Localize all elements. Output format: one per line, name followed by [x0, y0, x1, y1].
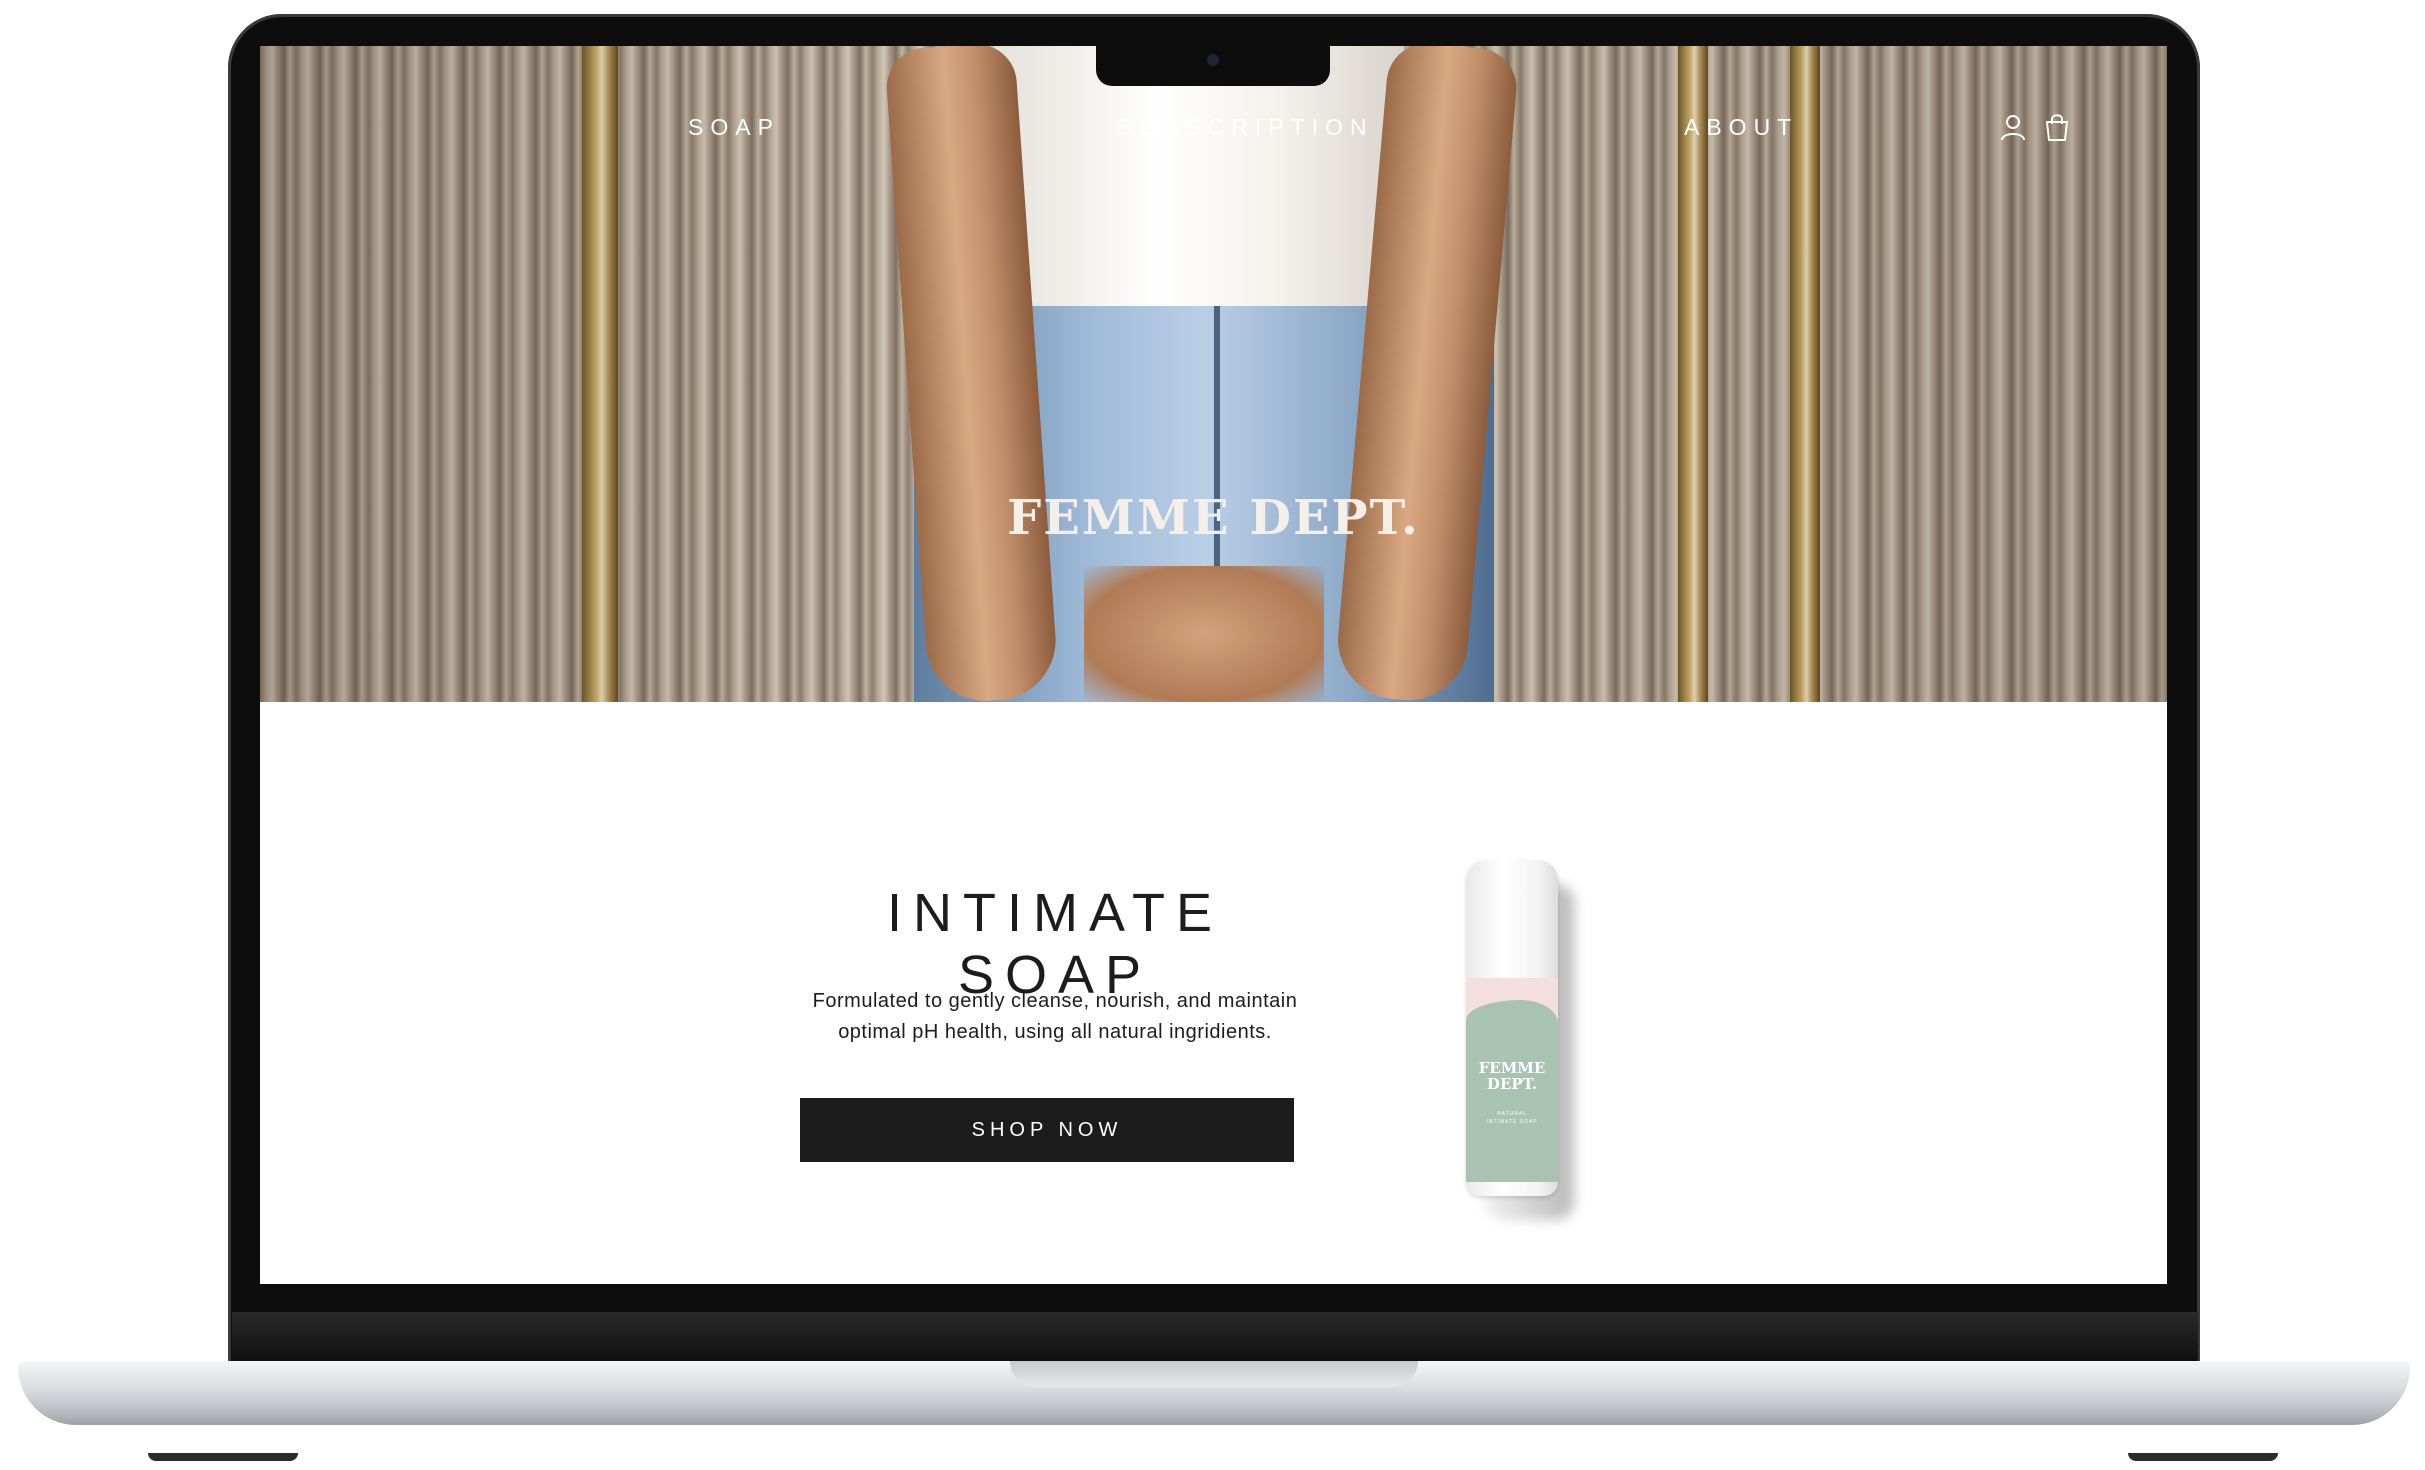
hero-image: SOAP SUBSCRIPTION ABOUT FEMME DEPT. — [260, 46, 2167, 702]
website-screen: SOAP SUBSCRIPTION ABOUT FEMME DEPT. INTI… — [260, 46, 2167, 1284]
laptop-foot-right — [2128, 1453, 2278, 1461]
shop-now-button[interactable]: SHOP NOW — [800, 1098, 1294, 1162]
account-icon[interactable] — [1998, 112, 2028, 142]
product-description-line-1: Formulated to gently cleanse, nourish, a… — [812, 990, 1298, 1012]
hero-model — [884, 46, 1520, 702]
camera-notch — [1096, 46, 1330, 86]
laptop-hinge — [232, 1312, 2198, 1360]
hero-hands — [1084, 566, 1324, 702]
bottle-subtitle-line-1: NATURAL — [1497, 1111, 1527, 1117]
bottle-brand-line-2: DEPT. — [1486, 1075, 1538, 1093]
laptop-mockup: SOAP SUBSCRIPTION ABOUT FEMME DEPT. INTI… — [0, 0, 2425, 1470]
nav-subscription-link[interactable]: SUBSCRIPTION — [1117, 114, 1374, 141]
nav-soap-link[interactable]: SOAP — [688, 114, 780, 141]
bottle-brand-text: FEMME DEPT. — [1466, 1060, 1558, 1092]
camera-icon — [1207, 54, 1219, 66]
product-description: Formulated to gently cleanse, nourish, a… — [760, 986, 1350, 1048]
bottle-subtitle-line-2: INTIMATE SOAP — [1486, 1119, 1538, 1125]
laptop-opening-notch — [1010, 1361, 1418, 1387]
nav-about-link[interactable]: ABOUT — [1684, 114, 1798, 141]
shopping-bag-icon[interactable] — [2042, 112, 2072, 142]
laptop-foot-left — [148, 1453, 298, 1461]
hero-brand-logo: FEMME DEPT. — [1007, 490, 1420, 546]
bottle-subtitle: NATURAL INTIMATE SOAP — [1466, 1110, 1558, 1126]
product-description-line-2: optimal pH health, using all natural ing… — [838, 1021, 1272, 1043]
product-bottle-image: FEMME DEPT. NATURAL INTIMATE SOAP — [1466, 860, 1558, 1196]
